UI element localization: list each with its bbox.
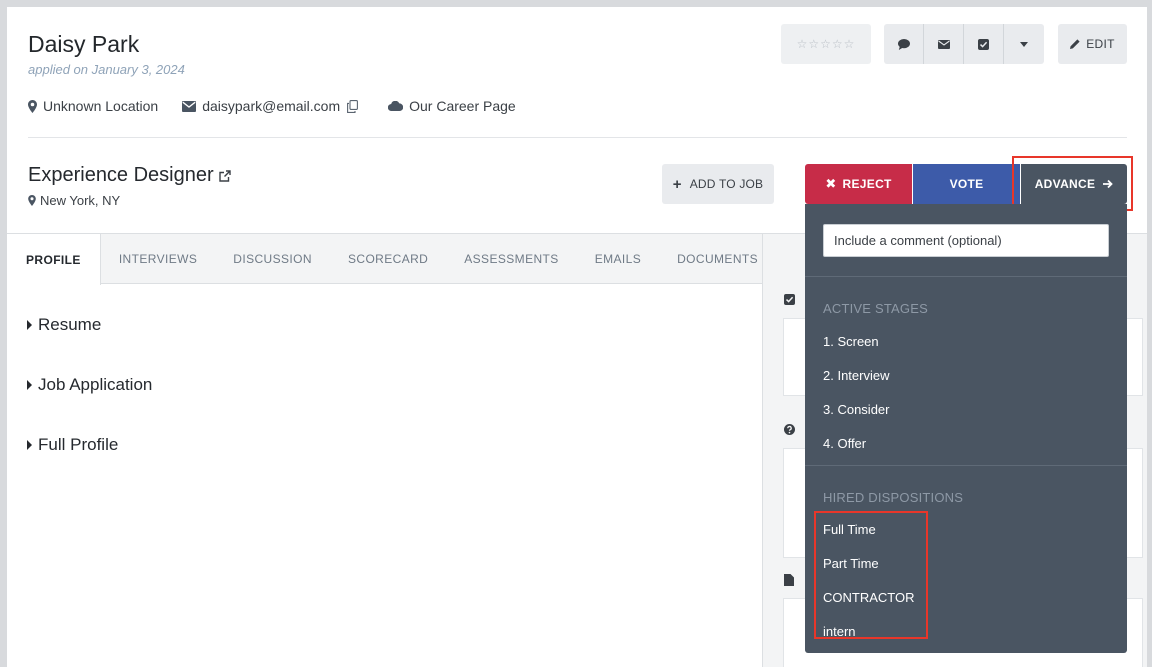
document-icon <box>784 574 794 586</box>
candidate-meta: Unknown Location daisypark@email.com Our… <box>28 97 540 115</box>
stage-item-screen[interactable]: 1. Screen <box>823 334 879 349</box>
candidate-action-bar: ✖ REJECT VOTE ADVANCE <box>805 164 1127 204</box>
stage-item-interview[interactable]: 2. Interview <box>823 368 889 383</box>
job-title-text[interactable]: Experience Designer <box>28 164 214 187</box>
envelope-icon <box>937 39 950 49</box>
section-label: Job Application <box>38 375 153 394</box>
candidate-card: Daisy Park applied on January 3, 2024 Un… <box>7 7 1147 667</box>
speech-bubble-icon <box>897 38 910 50</box>
reject-label: REJECT <box>842 177 892 191</box>
job-title[interactable]: Experience Designer <box>28 164 231 187</box>
more-options-button[interactable] <box>1004 24 1044 64</box>
tab-interviews[interactable]: INTERVIEWS <box>101 234 215 284</box>
tab-discussion[interactable]: DISCUSSION <box>215 234 330 284</box>
x-icon: ✖ <box>825 176 837 191</box>
email-item[interactable]: daisypark@email.com <box>182 98 364 114</box>
location-text: Unknown Location <box>43 98 159 114</box>
hired-item-contractor[interactable]: CONTRACTOR <box>823 590 914 605</box>
edit-label: EDIT <box>1086 37 1115 51</box>
source-text: Our Career Page <box>409 98 516 114</box>
source-item: Our Career Page <box>388 98 516 114</box>
advance-button[interactable]: ADVANCE <box>1021 164 1127 204</box>
advance-label: ADVANCE <box>1034 177 1096 191</box>
add-to-job-button[interactable]: + ADD TO JOB <box>662 164 774 204</box>
stage-item-offer[interactable]: 4. Offer <box>823 436 866 451</box>
profile-sections: Resume Job Application Full Profile <box>27 315 152 495</box>
copy-icon[interactable] <box>347 99 359 113</box>
vote-label: VOTE <box>949 177 984 191</box>
plus-icon: + <box>672 175 682 193</box>
star-rating[interactable]: ☆☆☆☆☆ <box>781 24 871 64</box>
section-job-application[interactable]: Job Application <box>27 375 152 395</box>
arrow-right-icon <box>1103 179 1114 189</box>
header-divider <box>28 137 1127 138</box>
comment-input[interactable] <box>823 224 1109 257</box>
hired-item-full-time[interactable]: Full Time <box>823 522 876 537</box>
tab-documents[interactable]: DOCUMENTS <box>659 234 776 284</box>
section-resume[interactable]: Resume <box>27 315 152 335</box>
vote-button[interactable]: VOTE <box>913 164 1020 204</box>
tab-assessments[interactable]: ASSESSMENTS <box>446 234 576 284</box>
active-stages-heading: ACTIVE STAGES <box>823 301 928 316</box>
caret-right-icon <box>27 320 32 330</box>
add-to-job-label: ADD TO JOB <box>689 177 764 191</box>
caret-right-icon <box>27 380 32 390</box>
reject-button[interactable]: ✖ REJECT <box>805 164 912 204</box>
tab-scorecard[interactable]: SCORECARD <box>330 234 446 284</box>
advance-dropdown-menu: ACTIVE STAGES 1. Screen 2. Interview 3. … <box>805 204 1127 653</box>
email-button[interactable] <box>924 24 964 64</box>
hired-item-part-time[interactable]: Part Time <box>823 556 879 571</box>
menu-divider <box>805 465 1127 466</box>
checkbox-icon <box>978 38 989 50</box>
menu-divider <box>805 276 1127 277</box>
location-item: Unknown Location <box>28 98 158 114</box>
profile-tabs: PROFILE INTERVIEWS DISCUSSION SCORECARD … <box>7 233 762 285</box>
job-location: New York, NY <box>28 193 120 208</box>
question-circle-icon <box>784 424 795 435</box>
comment-button[interactable] <box>884 24 924 64</box>
applied-date: applied on January 3, 2024 <box>28 62 185 77</box>
cloud-icon <box>388 101 404 111</box>
candidate-tools-group <box>884 24 1044 64</box>
pencil-icon <box>1070 39 1080 49</box>
edit-button[interactable]: EDIT <box>1058 24 1127 64</box>
task-button[interactable] <box>964 24 1004 64</box>
external-link-icon[interactable] <box>218 169 231 182</box>
email-link[interactable]: daisypark@email.com <box>202 98 340 114</box>
caret-right-icon <box>27 440 32 450</box>
stage-item-consider[interactable]: 3. Consider <box>823 402 889 417</box>
section-label: Full Profile <box>38 435 119 454</box>
map-pin-icon <box>28 195 36 206</box>
envelope-icon <box>182 100 197 112</box>
tab-profile[interactable]: PROFILE <box>7 234 101 285</box>
hired-dispositions-heading: HIRED DISPOSITIONS <box>823 490 964 505</box>
job-location-text: New York, NY <box>40 193 121 208</box>
caret-down-icon <box>1020 41 1028 47</box>
section-full-profile[interactable]: Full Profile <box>27 435 152 455</box>
tab-emails[interactable]: EMAILS <box>577 234 659 284</box>
candidate-name: Daisy Park <box>28 31 140 57</box>
checkbox-icon <box>784 294 795 305</box>
section-label: Resume <box>38 315 102 334</box>
map-pin-icon <box>28 99 37 113</box>
hired-item-intern[interactable]: intern <box>823 624 856 639</box>
